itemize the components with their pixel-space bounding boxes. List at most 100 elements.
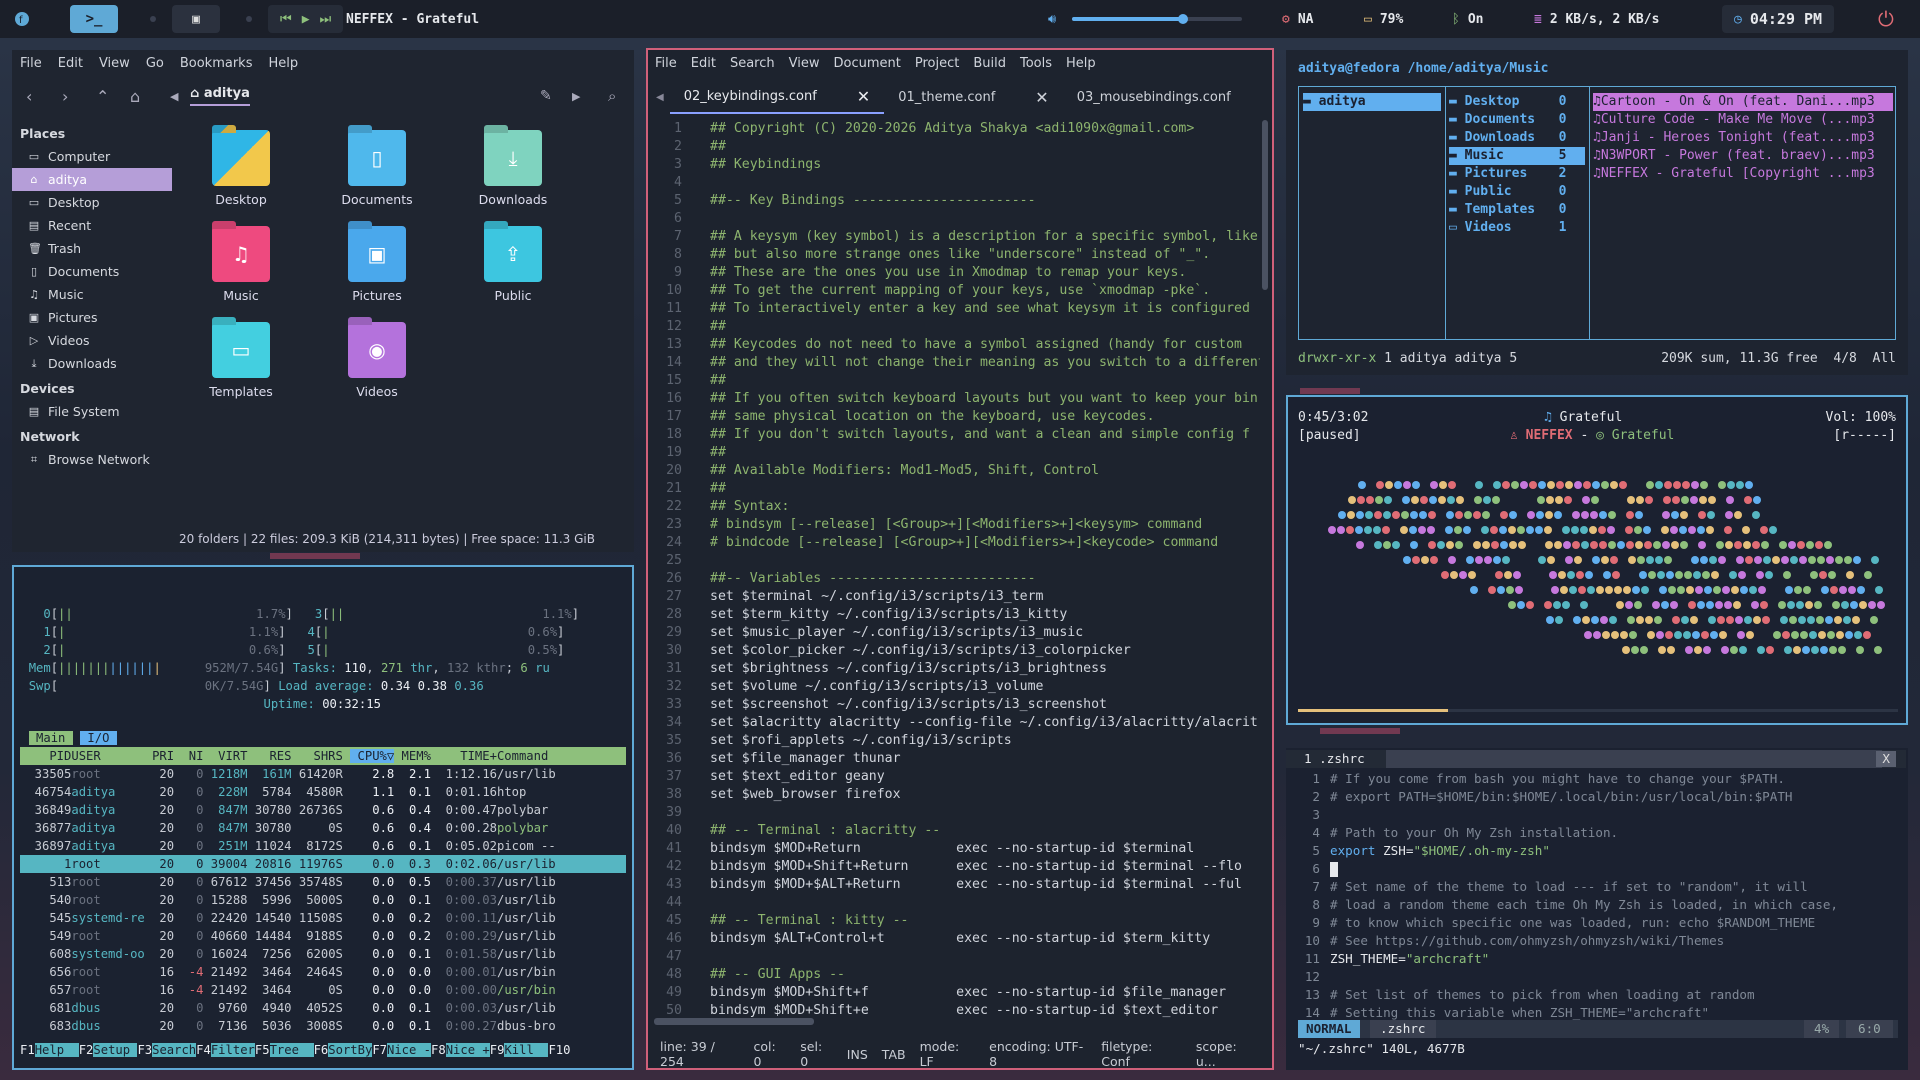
process-row[interactable]: 513root 20 0 67612 37456 35748S 0.0 0.5 …	[20, 873, 626, 891]
ranger-dir-item[interactable]: ▬ Documents 0	[1449, 111, 1585, 129]
home-icon[interactable]: ⌂	[130, 87, 140, 106]
process-row[interactable]: 46754aditya 20 0 228M 5784 4580R 1.1 0.1…	[20, 783, 626, 801]
ed-menu-search[interactable]: Search	[723, 56, 782, 71]
close-icon[interactable]: ✕	[1271, 88, 1272, 107]
tab-theme[interactable]: 01_theme.conf ✕	[884, 80, 1063, 114]
terminal-icon[interactable]: >_	[70, 5, 118, 33]
prev-track-icon[interactable]: ⏮	[280, 12, 292, 27]
ed-menu-file[interactable]: File	[648, 56, 684, 71]
fkey-label[interactable]: SortBy	[328, 1043, 373, 1057]
fm-menu-file[interactable]: File	[12, 56, 50, 71]
sidebar-item-videos[interactable]: ▷ Videos	[12, 329, 172, 352]
volume-icon[interactable]: 🔊︎	[1048, 0, 1056, 38]
fkey-label[interactable]: Filter	[210, 1043, 255, 1057]
ed-menu-build[interactable]: Build	[966, 56, 1013, 71]
fkey-label[interactable]: Search	[152, 1043, 197, 1057]
up-icon[interactable]: ⌃	[96, 87, 109, 106]
path-left-icon[interactable]: ◀	[170, 90, 178, 103]
vim-tab[interactable]: 1 .zshrc	[1304, 750, 1365, 768]
process-row[interactable]: 545systemd-re 20 0 22420 14540 11508S 0.…	[20, 909, 626, 927]
ranger-file-item[interactable]: ♫N3WPORT - Power (feat. braev)...mp3	[1593, 147, 1893, 165]
fkey-label[interactable]: Nice +	[445, 1043, 490, 1057]
forward-icon[interactable]: ›	[62, 87, 68, 106]
sidebar-item-file-system[interactable]: ▤ File System	[12, 400, 172, 423]
close-icon[interactable]: ✕	[857, 87, 870, 106]
fkey-label[interactable]: Tree	[269, 1043, 314, 1057]
process-row[interactable]: 36897aditya 20 0 251M 11024 8172S 0.6 0.…	[20, 837, 626, 855]
volume-slider[interactable]	[1072, 0, 1242, 38]
sidebar-item-music[interactable]: ♫ Music	[12, 283, 172, 306]
play-icon[interactable]: ▶	[302, 12, 310, 27]
edit-path-icon[interactable]: ✎	[540, 88, 552, 104]
sidebar-item-downloads[interactable]: ⤓ Downloads	[12, 352, 172, 375]
sidebar-item-desktop[interactable]: ▭ Desktop	[12, 191, 172, 214]
tab-mousebindings[interactable]: 03_mousebindings.conf ✕	[1063, 80, 1272, 114]
path-right-icon[interactable]: ▶	[572, 90, 580, 103]
close-icon[interactable]: ✕	[1035, 88, 1048, 107]
progress-track[interactable]	[1298, 709, 1898, 712]
ed-menu-project[interactable]: Project	[908, 56, 966, 71]
editor-vscrollbar[interactable]	[1262, 120, 1268, 290]
next-track-icon[interactable]: ⏭	[320, 12, 332, 27]
fkey-label[interactable]: Setup	[93, 1043, 138, 1057]
fm-menu-edit[interactable]: Edit	[50, 56, 91, 71]
ed-menu-view[interactable]: View	[782, 56, 827, 71]
ranger-dir-item[interactable]: ▭ Videos 1	[1449, 219, 1585, 237]
ranger-file-item[interactable]: ♫Cartoon - On & On (feat. Dani...mp3	[1593, 93, 1893, 111]
sidebar-item-aditya[interactable]: ⌂ aditya	[12, 168, 172, 191]
tab-keybindings[interactable]: 02_keybindings.conf ✕	[669, 80, 885, 114]
sidebar-item-browse-network[interactable]: ⌗ Browse Network	[12, 448, 172, 471]
process-row[interactable]: 549root 20 0 40660 14484 9188S 0.0 0.2 0…	[20, 927, 626, 945]
process-row[interactable]: 36877aditya 20 0 847M 30780 0S 0.6 0.4 0…	[20, 819, 626, 837]
process-row[interactable]: 1root 20 0 39004 20816 11976S 0.0 0.3 0:…	[20, 855, 626, 873]
vim-tab-close[interactable]: X	[1876, 751, 1896, 767]
process-row[interactable]: 36849aditya 20 0 847M 30780 26736S 0.6 0…	[20, 801, 626, 819]
process-row[interactable]: 608systemd-oo 20 0 16024 7256 6200S 0.0 …	[20, 945, 626, 963]
search-icon[interactable]: ⌕	[608, 87, 616, 105]
workspace-dot[interactable]	[150, 16, 156, 22]
workspace-dot[interactable]	[246, 16, 252, 22]
process-row[interactable]: 540root 20 0 15288 5996 5000S 0.0 0.1 0:…	[20, 891, 626, 909]
editor-hscrollbar[interactable]	[654, 1018, 814, 1025]
ed-menu-edit[interactable]: Edit	[684, 56, 723, 71]
fm-menu-bookmarks[interactable]: Bookmarks	[172, 56, 261, 71]
ranger-dir-item[interactable]: ▬ Downloads 0	[1449, 129, 1585, 147]
fkey-label[interactable]: Kill	[504, 1043, 549, 1057]
fedora-logo-icon[interactable]: f	[14, 0, 30, 38]
app-icon[interactable]: ▣	[172, 5, 220, 33]
folder-public[interactable]: ⇪ Public	[458, 226, 568, 318]
ranger-dir-item[interactable]: ▬ Templates 0	[1449, 201, 1585, 219]
sidebar-item-trash[interactable]: 🗑︎ Trash	[12, 237, 172, 260]
ed-menu-tools[interactable]: Tools	[1013, 56, 1059, 71]
tab-scroll-left-icon[interactable]: ◀	[648, 92, 670, 103]
ed-menu-help[interactable]: Help	[1059, 56, 1103, 71]
process-row[interactable]: 683dbus 20 0 7136 5036 3008S 0.0 0.1 0:0…	[20, 1017, 626, 1035]
sidebar-item-pictures[interactable]: ▣ Pictures	[12, 306, 172, 329]
ranger-dir-item[interactable]: ▬ Public 0	[1449, 183, 1585, 201]
process-row[interactable]: 33505root 20 0 1218M 161M 61420R 2.8 2.1…	[20, 765, 626, 783]
process-row[interactable]: 681dbus 20 0 9760 4940 4052S 0.0 0.1 0:0…	[20, 999, 626, 1017]
ranger-dir-item[interactable]: ▬ Music 5	[1449, 147, 1585, 165]
ranger-file-item[interactable]: ♫Culture Code - Make Me Move (...mp3	[1593, 111, 1893, 129]
bluetooth-icon[interactable]: ᛒ	[1452, 12, 1460, 27]
folder-templates[interactable]: ▭ Templates	[186, 322, 296, 414]
fkey-label[interactable]: Help	[34, 1043, 79, 1057]
ranger-file-item[interactable]: ♫Janji - Heroes Tonight (feat....mp3	[1593, 129, 1893, 147]
folder-videos[interactable]: ◉ Videos	[322, 322, 432, 414]
editor-text-area[interactable]: 1 ## Copyright (C) 2020-2026 Aditya Shaky…	[648, 116, 1272, 1036]
back-icon[interactable]: ‹	[26, 87, 32, 106]
fm-menu-go[interactable]: Go	[138, 56, 172, 71]
folder-pictures[interactable]: ▣ Pictures	[322, 226, 432, 318]
process-row[interactable]: 656root 16 -4 21492 3464 2464S 0.0 0.0 0…	[20, 963, 626, 981]
power-icon[interactable]: ⏻	[1878, 0, 1894, 38]
sidebar-item-recent[interactable]: ▤ Recent	[12, 214, 172, 237]
folder-downloads[interactable]: ⤓ Downloads	[458, 130, 568, 222]
fm-menu-help[interactable]: Help	[260, 56, 306, 71]
process-table-header[interactable]: PIDUSER PRI NI VIRT RES SHRS CPU%▽ MEM% …	[20, 747, 626, 765]
ranger-file-item[interactable]: ♫NEFFEX - Grateful [Copyright ...mp3	[1593, 165, 1893, 183]
ranger-parent-item[interactable]: ▬ aditya	[1303, 93, 1441, 111]
folder-desktop[interactable]: Desktop	[186, 130, 296, 222]
fkey-label[interactable]: Nice -	[387, 1043, 432, 1057]
folder-documents[interactable]: ▯ Documents	[322, 130, 432, 222]
ed-menu-document[interactable]: Document	[826, 56, 907, 71]
